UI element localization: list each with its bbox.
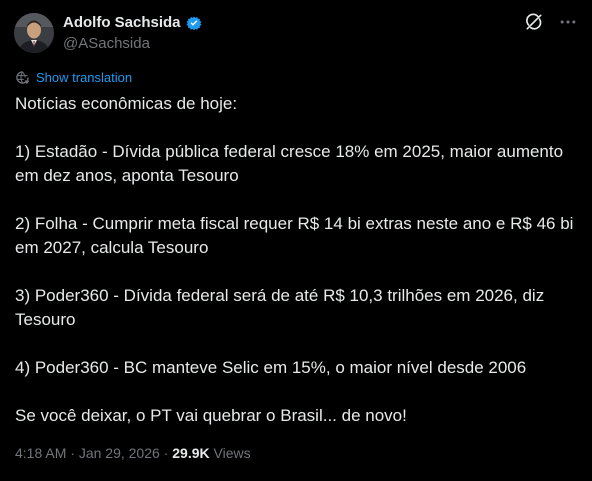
post-date[interactable]: Jan 29, 2026 xyxy=(79,445,160,461)
more-icon[interactable] xyxy=(558,12,578,37)
author-block: Adolfo Sachsida @ASachsida xyxy=(63,13,203,54)
translate-icon xyxy=(15,70,30,85)
post-closing: Se você deixar, o PT vai quebrar o Brasi… xyxy=(15,406,407,425)
grok-icon[interactable] xyxy=(524,12,544,37)
display-name[interactable]: Adolfo Sachsida xyxy=(63,13,181,33)
post-item-2: 2) Folha - Cumprir meta fiscal requer R$… xyxy=(15,214,574,257)
post-intro: Notícias econômicas de hoje: xyxy=(15,94,238,113)
post-meta: 4:18 AM · Jan 29, 2026 · 29.9K Views xyxy=(15,443,251,463)
post-text: Notícias econômicas de hoje: 1) Estadão … xyxy=(15,92,585,452)
post-time[interactable]: 4:18 AM xyxy=(15,445,66,461)
post-item-1: 1) Estadão - Dívida pública federal cres… xyxy=(15,142,564,185)
avatar-image xyxy=(14,13,54,53)
meta-separator-2: · xyxy=(159,445,173,461)
name-row: Adolfo Sachsida xyxy=(63,13,203,33)
top-actions xyxy=(524,12,578,37)
post-item-4: 4) Poder360 - BC manteve Selic em 15%, o… xyxy=(15,358,527,377)
meta-separator: · xyxy=(66,445,79,461)
avatar[interactable] xyxy=(14,13,54,53)
show-translation-label[interactable]: Show translation xyxy=(36,70,132,85)
verified-badge-icon xyxy=(185,14,203,32)
show-translation-link[interactable]: Show translation xyxy=(15,70,132,85)
handle[interactable]: @ASachsida xyxy=(63,34,203,54)
views-label: Views xyxy=(209,445,251,461)
views-count: 29.9K xyxy=(172,445,210,461)
post-card: Adolfo Sachsida @ASachsida Show translat… xyxy=(0,0,592,481)
post-item-3: 3) Poder360 - Dívida federal será de até… xyxy=(15,286,545,329)
